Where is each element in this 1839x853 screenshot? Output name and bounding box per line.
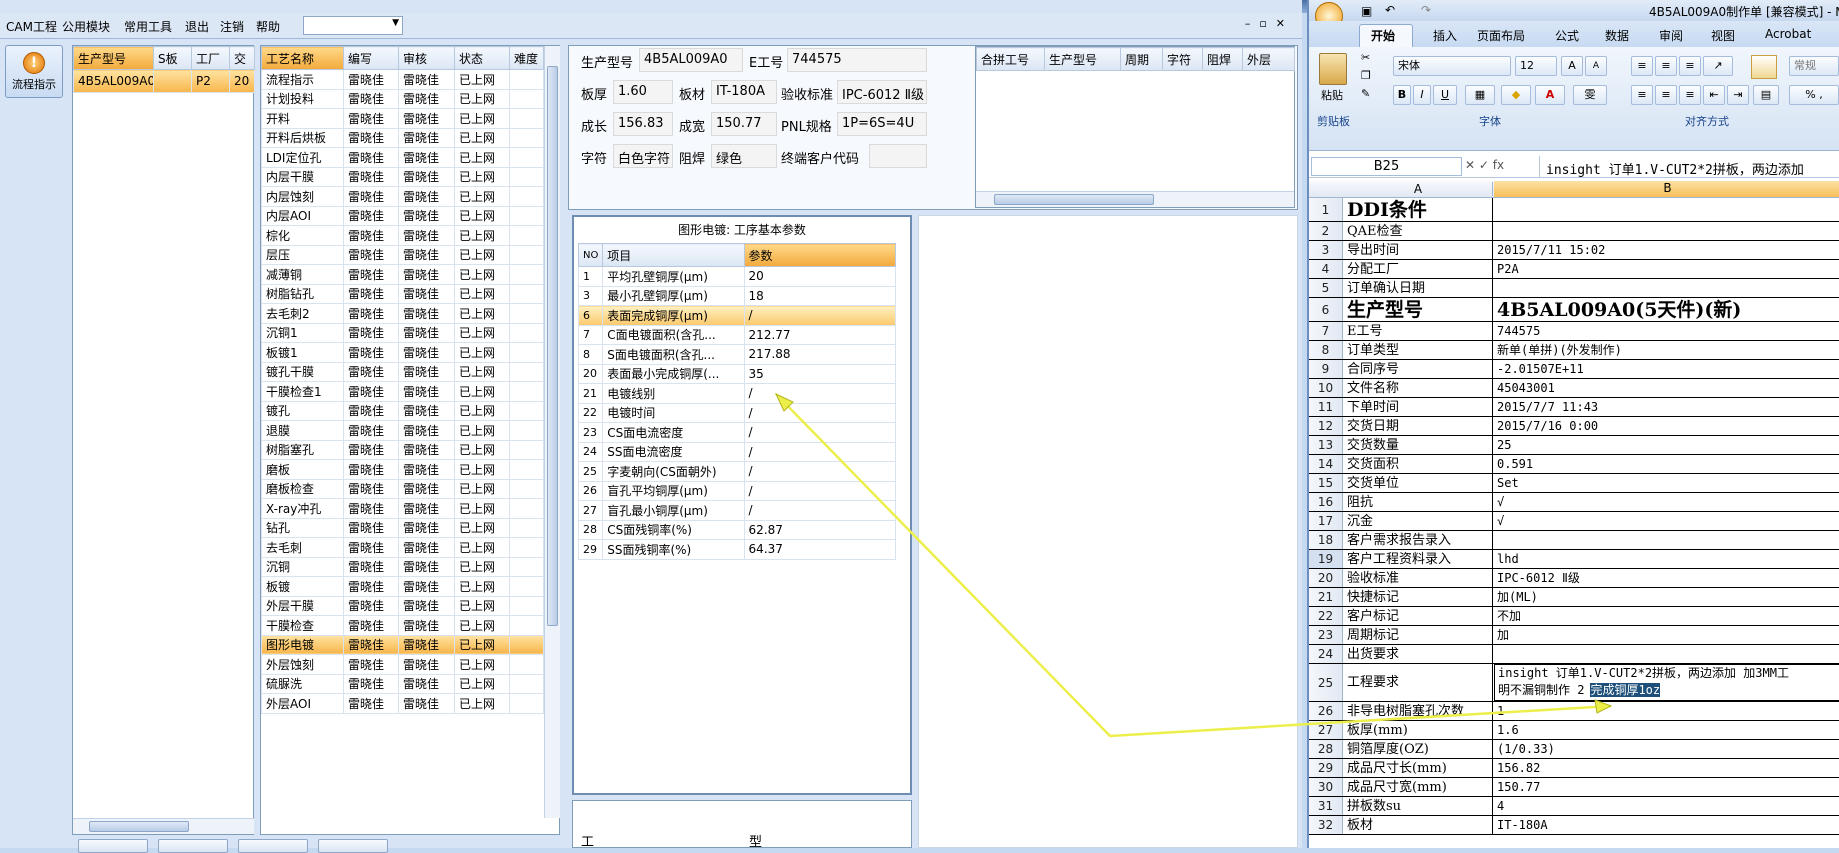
annotation-line [775,393,1612,738]
annotation-arrows [774,392,1613,738]
arrowhead-excel [1594,699,1613,714]
